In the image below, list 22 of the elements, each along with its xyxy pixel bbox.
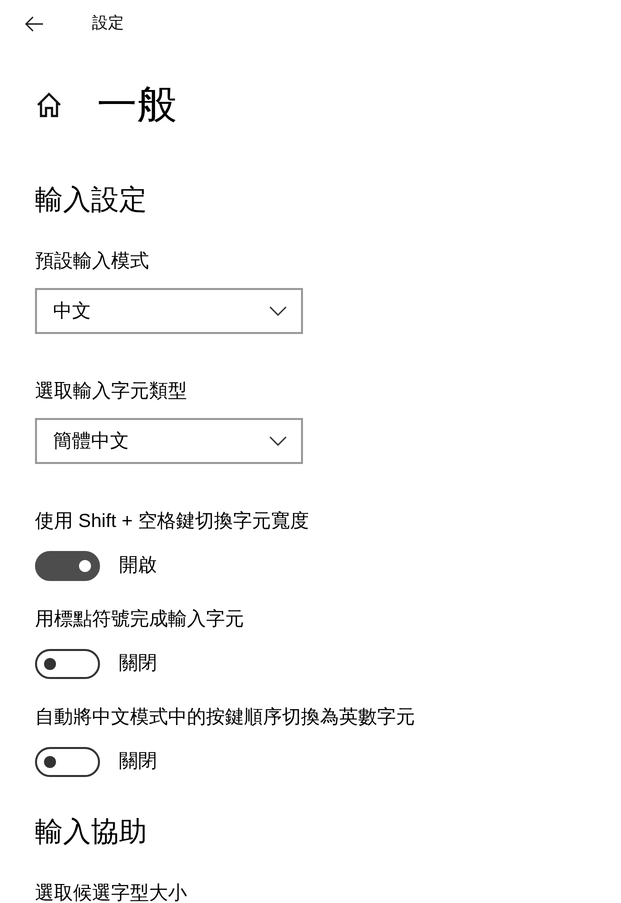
toggle-switch[interactable]	[35, 551, 100, 581]
toggle-state: 關閉	[119, 750, 157, 774]
back-icon[interactable]	[24, 14, 44, 34]
toggle-switch[interactable]	[35, 649, 100, 679]
dropdown[interactable]: 簡體中文	[35, 418, 303, 464]
toggle-state: 開啟	[119, 554, 157, 578]
toggle-switch[interactable]	[35, 747, 100, 777]
home-icon[interactable]	[35, 91, 63, 119]
setting-label: 選取輸入字元類型	[35, 380, 187, 404]
section-title: 輸入設定	[35, 183, 148, 217]
window-title: 設定	[92, 14, 124, 34]
chevron-down-icon	[269, 306, 287, 316]
dropdown[interactable]: 中文	[35, 288, 303, 334]
setting-label: 預設輸入模式	[35, 250, 149, 274]
setting-label: 用標點符號完成輸入字元	[35, 608, 244, 632]
section-title: 輸入協助	[35, 815, 148, 849]
toggle-state: 關閉	[119, 652, 157, 676]
chevron-down-icon	[269, 436, 287, 446]
page-title: 一般	[97, 82, 177, 129]
setting-label: 自動將中文模式中的按鍵順序切換為英數字元	[35, 706, 415, 730]
setting-label: 選取候選字型大小	[35, 882, 187, 903]
setting-label: 使用 Shift + 空格鍵切換字元寬度	[35, 510, 309, 534]
